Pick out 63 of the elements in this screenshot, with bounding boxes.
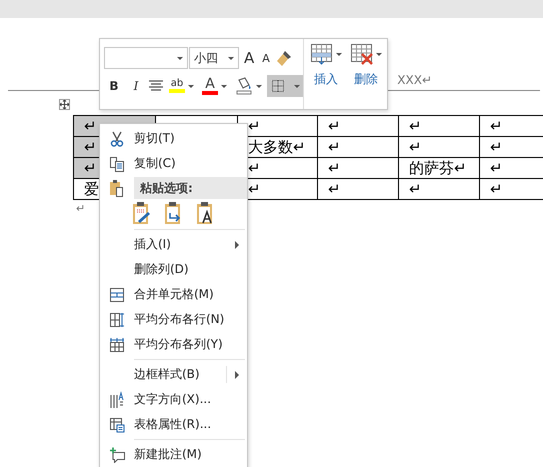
- paragraph-mark: ↵: [76, 202, 86, 215]
- table-cell-text: ↵: [409, 138, 422, 156]
- menu-item[interactable]: 剪切(T): [100, 126, 247, 151]
- grow-font-button[interactable]: A: [241, 47, 258, 69]
- table-cell-text: ↵: [248, 117, 261, 135]
- text-direction-icon: [109, 390, 125, 408]
- menu-item[interactable]: 新建批注(M): [100, 442, 247, 467]
- table-cell-text: ↵: [248, 159, 261, 177]
- table-cell-text: ↵: [490, 180, 503, 198]
- table-properties-icon: [109, 416, 125, 432]
- table-cell-text: ↵: [328, 138, 341, 156]
- new-comment-icon: [108, 446, 126, 462]
- merge-cells-icon: [109, 286, 125, 302]
- delete-table-button[interactable]: 删除: [350, 43, 382, 105]
- scissors-icon: [109, 130, 125, 146]
- borders-button[interactable]: [267, 75, 303, 97]
- table-cell-text: 爱: [84, 180, 99, 198]
- borders-icon: [270, 78, 286, 94]
- copy-icon: [109, 156, 125, 172]
- table-cell-text: ↵: [328, 159, 341, 177]
- table-cell-text: ↵: [328, 117, 341, 135]
- font-color-button[interactable]: A: [199, 75, 230, 97]
- delete-table-icon: [350, 43, 374, 65]
- distribute-columns-icon: [109, 336, 125, 352]
- bold-button[interactable]: B: [104, 75, 124, 97]
- distribute-rows-icon: [109, 312, 125, 328]
- paste-keep-formatting-icon[interactable]: [132, 201, 152, 225]
- table-move-handle[interactable]: [59, 99, 70, 110]
- insert-table-icon: [310, 43, 334, 65]
- table-cell-text: ↵: [84, 117, 97, 135]
- table-cell-text: ↵: [490, 159, 503, 177]
- table-cell-text: ↵: [490, 138, 503, 156]
- menu-item[interactable]: 插入(I): [100, 232, 247, 257]
- table-cell-text: ↵: [248, 180, 261, 198]
- table-cell-text: 大多数↵: [248, 138, 306, 156]
- menu-item[interactable]: 边框样式(B): [100, 362, 247, 387]
- menu-item[interactable]: 表格属性(R)...: [100, 412, 247, 437]
- format-painter-icon[interactable]: [274, 49, 293, 67]
- table-cell-text: ↵: [84, 138, 97, 156]
- table-cell-text: ↵: [490, 117, 503, 135]
- header-text: XXX↵: [397, 73, 432, 87]
- menu-item[interactable]: 平均分布各列(Y): [100, 332, 247, 357]
- menu-item[interactable]: 复制(C): [100, 151, 247, 176]
- menu-item[interactable]: 平均分布各行(N): [100, 307, 247, 332]
- submenu-arrow-icon: [235, 371, 239, 379]
- table-cell-text: ↵: [409, 180, 422, 198]
- paint-bucket-icon: [235, 77, 253, 95]
- menu-item[interactable]: 合并单元格(M): [100, 282, 247, 307]
- highlight-button[interactable]: ab: [166, 75, 197, 97]
- italic-button[interactable]: I: [126, 75, 146, 97]
- menu-item[interactable]: 删除列(D): [100, 257, 247, 282]
- submenu-arrow-icon: [235, 241, 239, 249]
- table-cell-text: ↵: [328, 180, 341, 198]
- menu-item[interactable]: 文字方向(X)...: [100, 387, 247, 412]
- menu-section-header: 粘贴选项:: [134, 177, 247, 199]
- align-center-icon[interactable]: [148, 79, 164, 93]
- table-cell-text: ↵: [409, 117, 422, 135]
- clipboard-icon: [109, 179, 125, 197]
- table-cell-text: 的萨芬↵: [409, 158, 467, 176]
- font-size-dropdown[interactable]: 小四: [189, 47, 239, 69]
- shrink-font-button[interactable]: A: [259, 47, 273, 69]
- table-cell-text: ↵: [84, 159, 97, 177]
- insert-table-button[interactable]: 插入: [310, 43, 342, 105]
